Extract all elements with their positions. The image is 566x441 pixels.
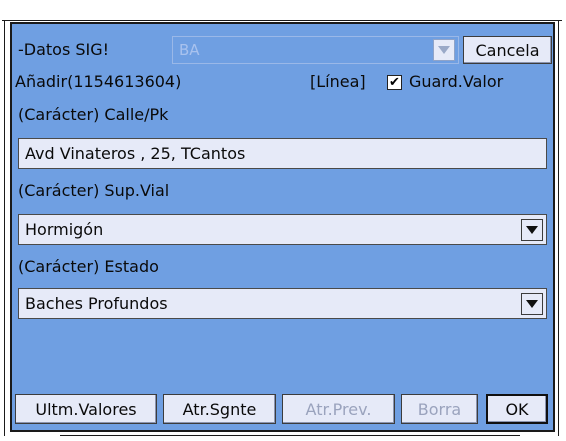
section-label: -Datos SIG! (18, 40, 110, 59)
next-attribute-button[interactable]: Atr.Sgnte (163, 394, 276, 424)
surface-select-arrow[interactable] (521, 218, 543, 241)
layer-select-value: BA (179, 41, 200, 59)
checkmark-icon: ✔ (389, 75, 400, 90)
window-frame-right (558, 20, 559, 436)
add-record-label: Añadir(1154613604) (15, 72, 182, 91)
layer-select-arrow[interactable] (433, 39, 455, 61)
ok-button[interactable]: OK (486, 394, 548, 424)
gis-data-dialog: -Datos SIG! BA Cancela Añadir(1154613604… (10, 22, 555, 432)
geometry-type-label: [Línea] (310, 72, 366, 91)
field-label-surface: (Carácter) Sup.Vial (18, 181, 170, 200)
previous-attribute-button[interactable]: Atr.Prev. (282, 394, 395, 424)
chevron-down-icon (438, 46, 450, 54)
save-value-checkbox[interactable]: ✔ (387, 75, 402, 90)
street-input-value: Avd Vinateros , 25, TCantos (25, 144, 246, 163)
street-input[interactable]: Avd Vinateros , 25, TCantos (18, 138, 547, 169)
field-label-street: (Carácter) Calle/Pk (18, 105, 169, 124)
state-select-value: Baches Profundos (25, 294, 168, 313)
save-value-label: Guard.Valor (409, 72, 504, 91)
window-frame-top (2, 20, 562, 21)
chevron-down-icon (526, 299, 538, 308)
surface-select-value: Hormigón (25, 220, 104, 239)
chevron-down-icon (526, 225, 538, 234)
state-select-arrow[interactable] (521, 292, 543, 315)
last-values-button[interactable]: Ultm.Valores (15, 394, 157, 424)
delete-button[interactable]: Borra (401, 394, 478, 424)
window-frame-left (4, 20, 5, 436)
window-frame-bottom (60, 435, 520, 436)
state-select[interactable]: Baches Profundos (18, 288, 547, 319)
surface-select[interactable]: Hormigón (18, 214, 547, 245)
field-label-state: (Carácter) Estado (18, 257, 159, 276)
layer-select[interactable]: BA (172, 36, 459, 64)
cancel-button[interactable]: Cancela (463, 36, 552, 64)
